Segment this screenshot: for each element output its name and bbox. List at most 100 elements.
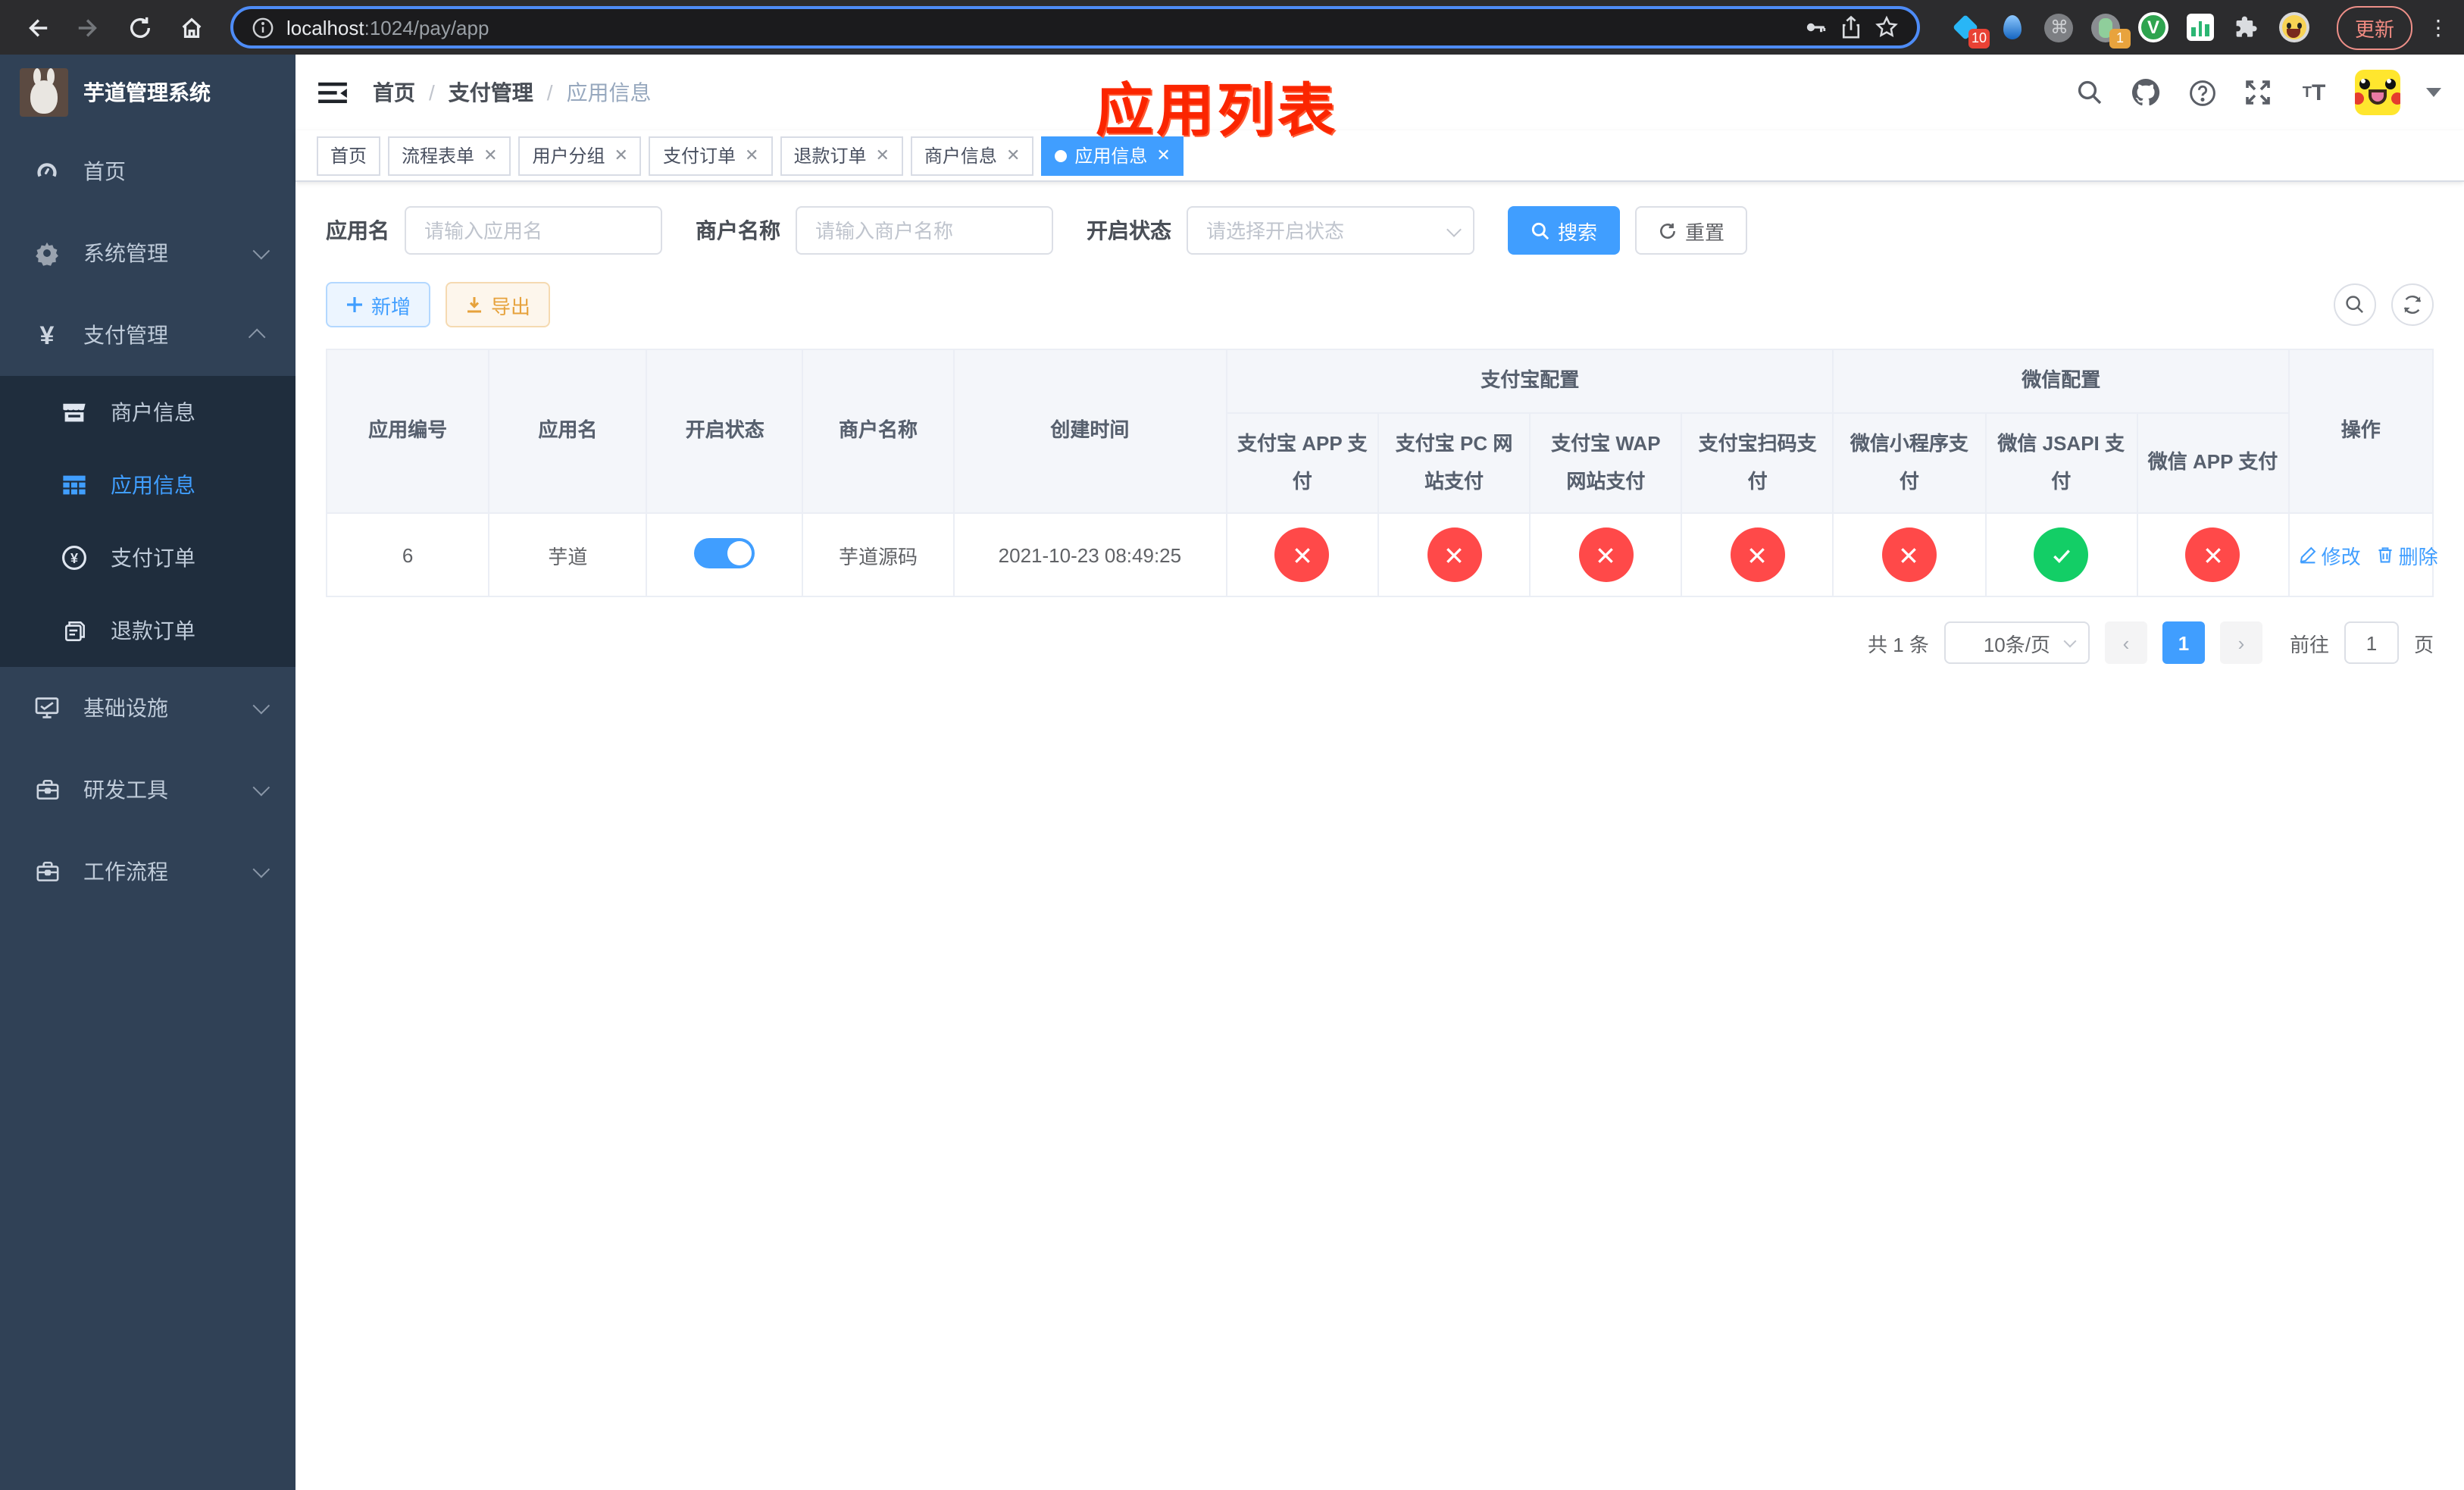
github-icon[interactable] (2131, 77, 2161, 108)
sidebar-item-label: 支付管理 (83, 323, 168, 347)
page-size-select[interactable]: 10条/页 (1943, 621, 2090, 664)
col-header-wechat-app: 微信 APP 支付 (2136, 412, 2290, 514)
fullscreen-icon[interactable] (2243, 77, 2273, 108)
sidebar-item-label: 应用信息 (111, 473, 195, 497)
password-key-icon[interactable] (1803, 15, 1828, 39)
chevron-down-icon (252, 778, 270, 797)
grid-icon (61, 471, 88, 499)
close-icon[interactable]: ✕ (1006, 146, 1020, 165)
svg-text:¥: ¥ (70, 551, 78, 566)
browser-menu-icon[interactable]: ⋮ (2428, 14, 2449, 40)
monitor-icon (33, 694, 61, 722)
sidebar-item-支付订单[interactable]: ¥ 支付订单 (0, 521, 295, 594)
prev-page-button[interactable]: ‹ (2104, 621, 2147, 664)
reset-button[interactable]: 重置 (1635, 206, 1748, 255)
cell-alipay-qr-status (1681, 512, 1834, 597)
extension-badge: 10 (1968, 29, 1990, 49)
sidebar-item-label: 退款订单 (111, 618, 195, 643)
forward-icon[interactable] (67, 6, 109, 49)
cell-app-name: 芋道 (488, 512, 648, 597)
avatar[interactable] (2355, 70, 2400, 115)
extension-v-icon[interactable]: V (2137, 12, 2169, 42)
sidebar-logo[interactable]: 芋道管理系统 (0, 55, 295, 130)
search-button[interactable]: 搜索 (1508, 206, 1621, 255)
col-header-created: 创建时间 (952, 349, 1227, 514)
app-name-label: 应用名 (326, 218, 389, 243)
reload-icon[interactable] (118, 6, 161, 49)
sidebar-item-退款订单[interactable]: 退款订单 (0, 594, 295, 667)
bookmark-star-icon[interactable] (1875, 15, 1899, 39)
sidebar-item-label: 基础设施 (83, 696, 168, 720)
tab-用户分组[interactable]: 用户分组 ✕ (518, 136, 642, 175)
disabled-cross-icon (2185, 527, 2240, 582)
sidebar-item-支付管理[interactable]: ¥ 支付管理 (0, 294, 295, 376)
tab-退款订单[interactable]: 退款订单 ✕ (780, 136, 903, 175)
status-select[interactable] (1187, 206, 1474, 255)
cell-merchant: 芋道源码 (802, 512, 955, 597)
store-icon (61, 399, 88, 426)
close-icon[interactable]: ✕ (875, 146, 889, 165)
help-icon[interactable] (2187, 77, 2217, 108)
merchant-name-input[interactable] (796, 206, 1053, 255)
cell-wechat-lite-status (1832, 512, 1987, 597)
edit-link[interactable]: 修改 (2299, 540, 2361, 569)
col-header-alipay-app: 支付宝 APP 支付 (1225, 412, 1379, 514)
extension-recorder-icon[interactable]: 1 (2091, 12, 2131, 49)
tab-首页[interactable]: 首页 (317, 136, 381, 175)
toggle-search-icon[interactable] (2334, 283, 2376, 326)
font-size-icon[interactable]: TT (2299, 77, 2329, 108)
extension-command-icon[interactable]: ⌘ (2044, 12, 2075, 42)
tab-流程表单[interactable]: 流程表单 ✕ (388, 136, 511, 175)
logo-rabbit-image (20, 68, 68, 117)
close-icon[interactable]: ✕ (745, 146, 758, 165)
avatar-caret-icon[interactable] (2426, 88, 2441, 97)
content: 应用名 商户名称 开启状态 搜索 重置 (295, 182, 2464, 1490)
home-icon[interactable] (170, 6, 212, 49)
add-button[interactable]: 新增 (326, 282, 431, 327)
extensions-puzzle-icon[interactable] (2232, 12, 2262, 42)
refresh-table-icon[interactable] (2391, 283, 2434, 326)
sidebar: 芋道管理系统 首页 系统管理 ¥ 支付管理 商户信息 应用信息 ¥ 支付订单 退款订单 基础设施研… (0, 55, 295, 1490)
goto-page-input[interactable] (2344, 621, 2399, 664)
extension-chart-icon[interactable] (2185, 12, 2215, 42)
site-info-icon[interactable] (252, 16, 274, 39)
sidebar-item-工作流程[interactable]: 工作流程 (0, 831, 295, 912)
sidebar-item-应用信息[interactable]: 应用信息 (0, 449, 295, 521)
status-toggle[interactable] (694, 537, 755, 568)
enabled-check-icon (2034, 527, 2089, 582)
extension-emoji-icon[interactable] (2278, 12, 2309, 42)
sidebar-item-首页[interactable]: 首页 (0, 130, 295, 212)
disabled-cross-icon (1427, 527, 1482, 582)
delete-link[interactable]: 删除 (2376, 540, 2438, 569)
sidebar-item-基础设施[interactable]: 基础设施 (0, 667, 295, 749)
app-title: 芋道管理系统 (83, 80, 211, 105)
sidebar-item-研发工具[interactable]: 研发工具 (0, 749, 295, 831)
tab-商户信息[interactable]: 商户信息 ✕ (910, 136, 1034, 175)
browser-update-button[interactable]: 更新 (2336, 5, 2412, 49)
close-icon[interactable]: ✕ (1156, 146, 1170, 165)
breadcrumb-pay[interactable]: 支付管理 (449, 77, 533, 108)
sidebar-item-系统管理[interactable]: 系统管理 (0, 212, 295, 294)
app-name-input[interactable] (405, 206, 662, 255)
sidebar-collapse-icon[interactable] (318, 77, 349, 108)
tab-支付订单[interactable]: 支付订单 ✕ (649, 136, 773, 175)
merchant-name-label: 商户名称 (696, 218, 780, 243)
col-header-wechat-jsapi: 微信 JSAPI 支付 (1984, 412, 2138, 514)
address-bar[interactable]: localhost:1024/pay/app (230, 6, 1920, 49)
browser-toolbar: localhost:1024/pay/app 10 ⌘ 1 V 更新 ⋮ (0, 0, 2464, 55)
toolbox-icon (33, 776, 61, 803)
export-button[interactable]: 导出 (446, 282, 551, 327)
status-select-input[interactable] (1187, 206, 1474, 255)
close-icon[interactable]: ✕ (483, 146, 497, 165)
current-page-button[interactable]: 1 (2162, 621, 2205, 664)
close-icon[interactable]: ✕ (614, 146, 628, 165)
next-page-button[interactable]: › (2219, 621, 2262, 664)
back-icon[interactable] (15, 6, 58, 49)
breadcrumb-home[interactable]: 首页 (373, 77, 415, 108)
share-icon[interactable] (1840, 15, 1862, 39)
header-search-icon[interactable] (2075, 77, 2105, 108)
yen-circle-icon: ¥ (61, 544, 88, 571)
extension-diamond-icon[interactable]: 10 (1950, 12, 1990, 49)
sidebar-item-商户信息[interactable]: 商户信息 (0, 376, 295, 449)
extension-kite-icon[interactable] (1997, 12, 2028, 42)
